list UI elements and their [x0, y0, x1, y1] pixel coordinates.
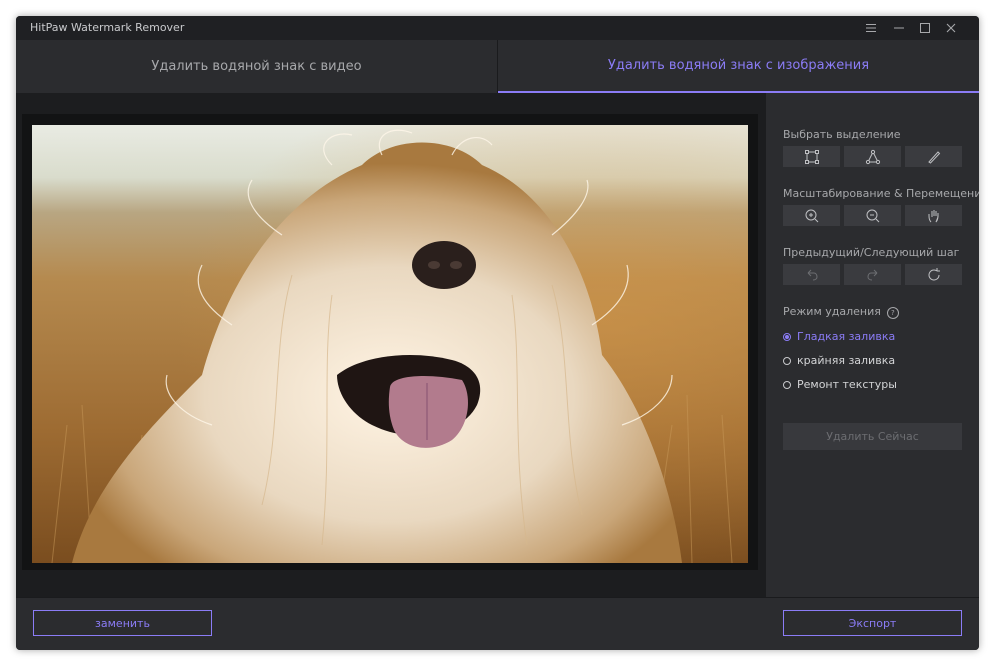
replace-button[interactable]: заменить — [33, 610, 212, 636]
dog-photo — [32, 125, 748, 563]
mode-option-label: Ремонт текстуры — [797, 378, 897, 391]
close-icon[interactable] — [942, 19, 960, 37]
undo-button[interactable] — [783, 264, 840, 285]
hand-icon — [928, 209, 938, 222]
mode-option-label: крайняя заливка — [797, 354, 896, 367]
title-bar: HitPaw Watermark Remover — [16, 16, 979, 40]
zoom-out-button[interactable] — [844, 205, 901, 226]
remove-now-button[interactable]: Удалить Сейчас — [783, 423, 962, 450]
mode-option-smooth[interactable]: Гладкая заливка — [783, 330, 895, 343]
maximize-icon[interactable] — [916, 19, 934, 37]
polygon-select-icon — [865, 149, 880, 164]
radio-icon — [783, 356, 791, 365]
help-icon[interactable]: ? — [886, 307, 899, 319]
mode-tabs: Удалить водяной знак с видео Удалить вод… — [16, 40, 979, 93]
tab-video[interactable]: Удалить водяной знак с видео — [16, 40, 497, 93]
zoom-out-icon — [866, 209, 879, 222]
redo-icon — [866, 269, 877, 280]
export-button[interactable]: Экспорт — [783, 610, 962, 636]
rectangle-select-icon — [804, 149, 819, 164]
undo-icon — [807, 269, 818, 280]
zoom-section-label: Масштабирование & Перемещение — [783, 187, 979, 200]
rectangle-select-button[interactable] — [783, 146, 840, 167]
app-window: HitPaw Watermark Remover Удалить водяной… — [16, 16, 979, 650]
history-section-label: Предыдущий/Следующий шаг — [783, 246, 960, 259]
select-section-label: Выбрать выделение — [783, 128, 901, 141]
mode-section-label: Режим удаления? — [783, 305, 899, 319]
tab-image[interactable]: Удалить водяной знак с изображения — [498, 40, 979, 93]
image-canvas[interactable] — [32, 125, 748, 563]
polygon-select-button[interactable] — [844, 146, 901, 167]
mode-option-texture[interactable]: Ремонт текстуры — [783, 378, 897, 391]
workspace — [16, 93, 766, 597]
zoom-in-button[interactable] — [783, 205, 840, 226]
app-title: HitPaw Watermark Remover — [30, 21, 185, 34]
radio-selected-icon — [783, 332, 791, 341]
tools-panel: Выбрать выделение Масштабирование & Пере… — [766, 93, 979, 597]
reset-button[interactable] — [905, 264, 962, 285]
menu-icon[interactable] — [862, 19, 880, 37]
mode-option-label: Гладкая заливка — [797, 330, 896, 343]
brush-button[interactable] — [905, 146, 962, 167]
zoom-in-icon — [805, 209, 818, 222]
minimize-icon[interactable] — [890, 19, 908, 37]
pan-button[interactable] — [905, 205, 962, 226]
mode-option-edge[interactable]: крайняя заливка — [783, 354, 895, 367]
radio-icon — [783, 380, 791, 389]
footer-bar: заменить Экспорт — [16, 597, 979, 650]
redo-button[interactable] — [844, 264, 901, 285]
reset-icon — [928, 267, 940, 280]
mode-label-text: Режим удаления — [783, 305, 881, 318]
brush-icon — [927, 150, 940, 164]
canvas-frame — [22, 114, 758, 570]
